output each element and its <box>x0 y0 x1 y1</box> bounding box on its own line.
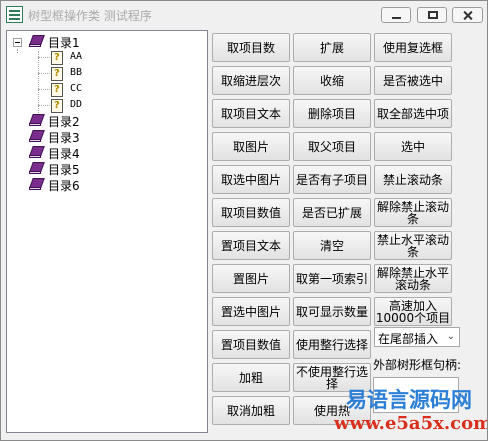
book-icon <box>28 146 45 159</box>
tree-node-label: 目录5 <box>48 163 80 177</box>
set-selected-image-button[interactable]: 置选中图片 <box>212 297 290 326</box>
book-icon <box>28 162 45 175</box>
bold-button[interactable]: 加粗 <box>212 363 290 392</box>
get-parent-button[interactable]: 取父项目 <box>293 132 371 161</box>
collapse-toggle-icon[interactable] <box>13 38 22 47</box>
insert-position-select[interactable]: 在尾部插入 ⌄ <box>374 327 460 347</box>
external-handle-label: 外部树形框句柄: <box>373 358 462 372</box>
delete-item-button[interactable]: 删除项目 <box>293 99 371 128</box>
tree-node-label: 目录1 <box>48 36 80 50</box>
get-first-index-button[interactable]: 取第一项索引 <box>293 264 371 293</box>
minimize-button[interactable] <box>381 7 411 23</box>
tree-node-label: AA <box>70 51 83 62</box>
book-icon <box>28 35 45 48</box>
watermark-text: 易语言源码网 <box>346 387 472 412</box>
full-row-select-button[interactable]: 使用整行选择 <box>293 330 371 359</box>
book-icon <box>28 130 45 143</box>
book-icon <box>28 114 45 127</box>
tree-node-folder[interactable]: 目录1 <box>7 34 197 50</box>
unbold-button[interactable]: 取消加粗 <box>212 396 290 425</box>
disable-scrollbar-button[interactable]: 禁止滚动条 <box>374 165 452 194</box>
get-item-count-button[interactable]: 取项目数 <box>212 33 290 62</box>
set-item-text-button[interactable]: 置项目文本 <box>212 231 290 260</box>
tree-node-label: BB <box>70 67 83 78</box>
chevron-down-icon: ⌄ <box>446 331 455 342</box>
disable-hscrollbar-button[interactable]: 禁止水平滚动条 <box>374 231 452 260</box>
get-all-checked-button[interactable]: 取全部选中项 <box>374 99 452 128</box>
help-page-icon: ? <box>51 83 63 97</box>
select-button[interactable]: 选中 <box>374 132 452 161</box>
tree-view[interactable]: 目录1 ? AA ? BB ? CC ? DD 目录2 目录3 目录4 目录5 … <box>6 30 208 433</box>
tree-node-label: CC <box>70 83 83 94</box>
tree-node-folder[interactable]: 目录5 <box>7 161 197 177</box>
use-checkbox-button[interactable]: 使用复选框 <box>374 33 452 62</box>
tree-node-leaf[interactable]: ? DD <box>7 98 197 114</box>
get-item-text-button[interactable]: 取项目文本 <box>212 99 290 128</box>
tree-node-label: 目录4 <box>48 147 80 161</box>
tree-node-folder[interactable]: 目录6 <box>7 177 197 193</box>
tree-node-folder[interactable]: 目录3 <box>7 129 197 145</box>
set-image-button[interactable]: 置图片 <box>212 264 290 293</box>
close-button[interactable] <box>452 7 483 23</box>
clear-button[interactable]: 清空 <box>293 231 371 260</box>
is-expanded-button[interactable]: 是否已扩展 <box>293 198 371 227</box>
enable-hscrollbar-button[interactable]: 解除禁止水平滚动条 <box>374 264 452 293</box>
app-icon <box>6 6 23 23</box>
collapse-button[interactable]: 收缩 <box>293 66 371 95</box>
tree-node-label: DD <box>70 99 83 110</box>
tree-node-leaf[interactable]: ? BB <box>7 66 197 82</box>
is-checked-button[interactable]: 是否被选中 <box>374 66 452 95</box>
maximize-icon <box>428 11 438 19</box>
set-item-value-button[interactable]: 置项目数值 <box>212 330 290 359</box>
watermark-logo: 易语言源码网 www.e5a5x.com <box>334 387 488 439</box>
get-indent-level-button[interactable]: 取缩进层次 <box>212 66 290 95</box>
insert-position-value: 在尾部插入 <box>378 332 439 346</box>
watermark-url: www.e5a5x.com <box>334 413 488 434</box>
get-image-button[interactable]: 取图片 <box>212 132 290 161</box>
fast-add-items-button[interactable]: 高速加入10000个项目 <box>374 297 452 326</box>
enable-scrollbar-button[interactable]: 解除禁止滚动条 <box>374 198 452 227</box>
title-bar: 树型框操作类 测试程序 <box>1 1 487 29</box>
tree-node-label: 目录3 <box>48 131 80 145</box>
help-page-icon: ? <box>51 99 63 113</box>
maximize-button[interactable] <box>417 7 447 23</box>
tree-node-folder[interactable]: 目录4 <box>7 145 197 161</box>
tree-node-label: 目录6 <box>48 179 80 193</box>
book-icon <box>28 178 45 191</box>
window-title: 树型框操作类 测试程序 <box>28 9 152 23</box>
tree-node-leaf[interactable]: ? AA <box>7 50 197 66</box>
main-window: 树型框操作类 测试程序 目录1 ? AA ? BB ? CC ? DD 目录2 … <box>0 0 488 441</box>
has-children-button[interactable]: 是否有子项目 <box>293 165 371 194</box>
tree-node-label: 目录2 <box>48 115 80 129</box>
get-visible-count-button[interactable]: 取可显示数量 <box>293 297 371 326</box>
tree-node-leaf[interactable]: ? CC <box>7 82 197 98</box>
tree-node-folder[interactable]: 目录2 <box>7 113 197 129</box>
get-selected-image-button[interactable]: 取选中图片 <box>212 165 290 194</box>
expand-button[interactable]: 扩展 <box>293 33 371 62</box>
help-page-icon: ? <box>51 67 63 81</box>
get-item-value-button[interactable]: 取项目数值 <box>212 198 290 227</box>
help-page-icon: ? <box>51 51 63 65</box>
minimize-icon <box>392 17 401 19</box>
